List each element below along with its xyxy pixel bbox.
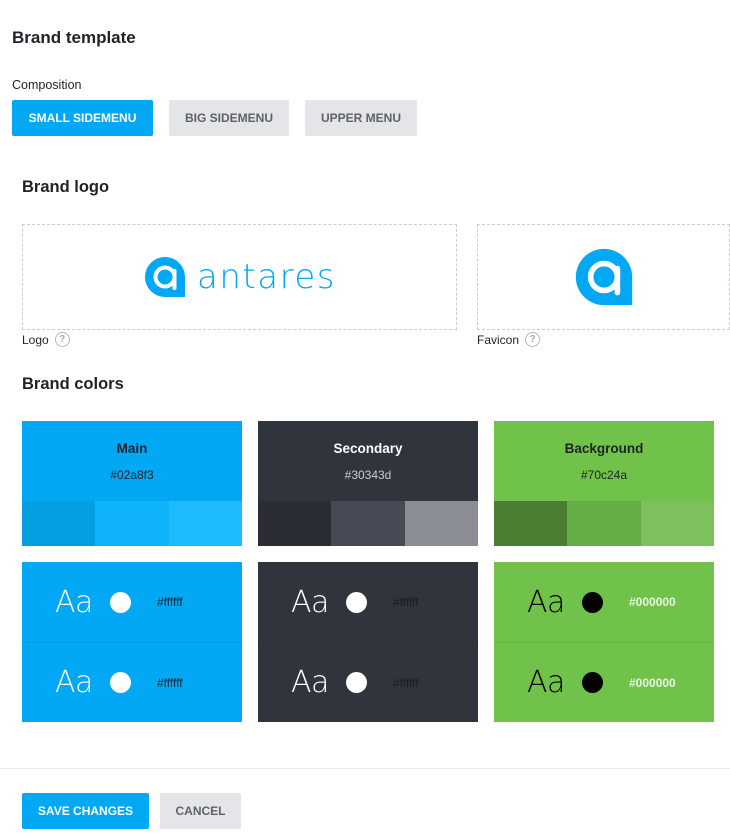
background-color-swatch[interactable]: Background #70c24a (494, 421, 714, 546)
text-sample: Aa (55, 665, 93, 700)
save-changes-button[interactable]: SAVE CHANGES (22, 793, 149, 829)
swatch-hex: #30343d (344, 467, 392, 482)
page-title: Brand template (12, 28, 136, 47)
shade-light (168, 501, 242, 546)
background-text-sample-card: Aa #000000 Aa #000000 (494, 562, 714, 722)
swatch-header: Main #02a8f3 (22, 421, 242, 501)
text-color-dot-icon (346, 591, 367, 613)
text-sample: Aa (527, 665, 565, 700)
text-sample-row[interactable]: Aa #000000 (494, 562, 714, 642)
text-sample: Aa (527, 584, 565, 620)
text-color-dot-icon (582, 672, 603, 693)
logo-dropzone[interactable]: antares (22, 224, 457, 330)
swatch-name: Secondary (333, 440, 403, 456)
main-color-swatch[interactable]: Main #02a8f3 (22, 421, 242, 546)
text-sample: Aa (291, 584, 329, 620)
upper-menu-button[interactable]: UPPER MENU (305, 100, 417, 136)
text-sample-row[interactable]: Aa #000000 (494, 642, 714, 722)
text-sample-row[interactable]: Aa #ffffff (22, 642, 242, 722)
shade-dark (22, 501, 96, 546)
text-color-hex: #ffffff (157, 675, 183, 690)
shade-light (640, 501, 714, 546)
logo-label: Logo (22, 332, 49, 347)
favicon-label-row: Favicon ? (477, 332, 541, 347)
text-sample-row[interactable]: Aa #ffffff (258, 642, 478, 722)
swatch-name: Background (564, 440, 644, 456)
main-text-sample-card: Aa #ffffff Aa #ffffff (22, 562, 242, 722)
swatch-header: Secondary #30343d (258, 421, 478, 501)
favicon-label: Favicon (477, 332, 520, 347)
swatch-shades (258, 501, 478, 546)
text-color-hex: #000000 (629, 675, 676, 690)
footer-divider (0, 768, 730, 769)
secondary-text-sample-card: Aa #ffffff Aa #ffffff (258, 562, 478, 722)
text-sample: Aa (55, 584, 93, 620)
shade-mid (567, 501, 641, 546)
secondary-color-swatch[interactable]: Secondary #30343d (258, 421, 478, 546)
text-sample: Aa (291, 665, 329, 700)
antares-a-icon (575, 248, 632, 306)
composition-label: Composition (12, 78, 82, 92)
logo-wordmark: antares (197, 257, 336, 297)
logo-help-icon[interactable]: ? (54, 332, 70, 347)
text-color-dot-icon (346, 672, 367, 693)
swatch-name: Main (116, 440, 148, 456)
swatch-hex: #70c24a (580, 467, 628, 482)
antares-logo: antares (143, 255, 336, 299)
text-color-hex: #000000 (629, 595, 676, 609)
antares-a-icon (145, 257, 186, 297)
text-color-hex: #ffffff (157, 595, 183, 609)
text-color-dot-icon (110, 672, 131, 693)
shade-mid (95, 501, 169, 546)
swatch-hex: #02a8f3 (110, 467, 154, 482)
brand-colors-title: Brand colors (22, 375, 124, 393)
favicon-dropzone[interactable] (477, 224, 730, 330)
text-color-dot-icon (582, 591, 603, 613)
cancel-button[interactable]: CANCEL (160, 793, 241, 829)
small-sidemenu-button[interactable]: SMALL SIDEMENU (12, 100, 153, 136)
swatch-shades (494, 501, 714, 546)
text-sample-row[interactable]: Aa #ffffff (22, 562, 242, 642)
text-color-hex: #ffffff (393, 675, 419, 690)
favicon-help-icon[interactable]: ? (525, 332, 541, 347)
big-sidemenu-button[interactable]: BIG SIDEMENU (169, 100, 289, 136)
shade-dark (258, 501, 332, 546)
swatch-header: Background #70c24a (494, 421, 714, 501)
shade-mid (331, 501, 405, 546)
logo-label-row: Logo ? (22, 332, 70, 347)
text-sample-row[interactable]: Aa #ffffff (258, 562, 478, 642)
brand-logo-title: Brand logo (22, 178, 110, 196)
shade-dark (494, 501, 568, 546)
text-color-dot-icon (110, 591, 131, 613)
swatch-shades (22, 501, 242, 546)
text-color-hex: #ffffff (393, 595, 419, 609)
shade-light (404, 501, 478, 546)
